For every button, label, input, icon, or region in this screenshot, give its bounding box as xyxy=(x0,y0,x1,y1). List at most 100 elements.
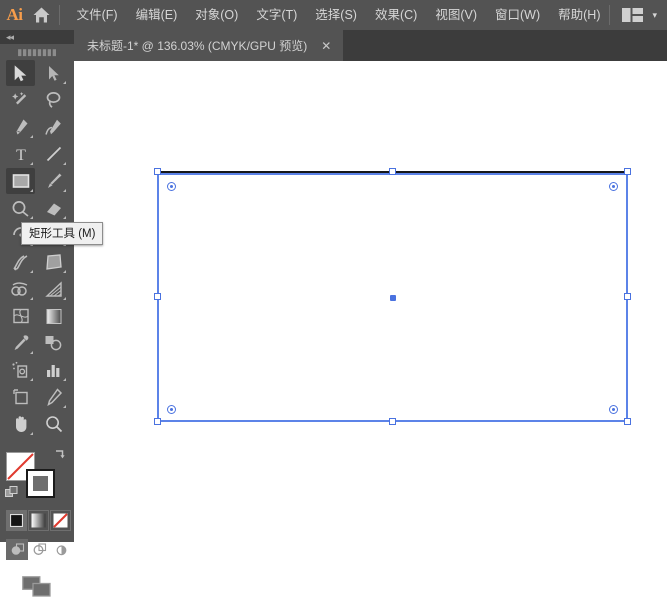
menu-file[interactable]: 文件(F) xyxy=(68,0,127,30)
close-icon[interactable]: ✕ xyxy=(321,40,331,52)
bbox-handle-bottom-left[interactable] xyxy=(154,418,161,425)
bbox-handle-middle-right[interactable] xyxy=(624,293,631,300)
corner-radius-widget-top-left[interactable] xyxy=(167,182,176,191)
none-slash-icon xyxy=(53,513,68,528)
bbox-handle-middle-left[interactable] xyxy=(154,293,161,300)
menu-type[interactable]: 文字(T) xyxy=(247,0,306,30)
artboard-canvas[interactable] xyxy=(74,61,667,542)
selected-rectangle-shape[interactable] xyxy=(154,168,631,425)
column-graph-tool[interactable] xyxy=(39,357,68,383)
home-glyph xyxy=(33,7,50,23)
curvature-tool[interactable] xyxy=(39,114,68,140)
default-fill-stroke-icon[interactable] xyxy=(5,486,18,504)
flyout-triangle xyxy=(30,378,33,381)
menu-select[interactable]: 选择(S) xyxy=(306,0,366,30)
corner-radius-widget-bottom-left[interactable] xyxy=(167,405,176,414)
menu-edit[interactable]: 编辑(E) xyxy=(127,0,187,30)
menu-help[interactable]: 帮助(H) xyxy=(549,0,609,30)
draw-inside-icon xyxy=(56,545,66,556)
dock-collapse-bar[interactable]: ◂◂ xyxy=(0,30,74,44)
type-tool[interactable]: T xyxy=(6,141,35,167)
slice-tool[interactable] xyxy=(39,384,68,410)
stroke-swatch[interactable] xyxy=(26,469,55,498)
gradient-icon xyxy=(46,308,61,324)
default-glyph xyxy=(5,486,18,497)
arrow-solid-icon xyxy=(14,64,27,81)
document-tab[interactable]: 未标题-1* @ 136.03% (CMYK/GPU 预览) ✕ xyxy=(74,30,344,61)
fill-stroke-group xyxy=(0,446,74,508)
perspective-grid-tool[interactable] xyxy=(39,276,68,302)
gradient-tool[interactable] xyxy=(39,303,68,329)
bbox-handle-top-left[interactable] xyxy=(154,168,161,175)
menu-object[interactable]: 对象(O) xyxy=(186,0,247,30)
collapse-panel-icon[interactable]: ◂◂ xyxy=(6,32,14,42)
direct-selection-tool[interactable] xyxy=(39,60,68,86)
free-transform-tool[interactable] xyxy=(39,249,68,275)
blend-icon xyxy=(45,336,62,351)
draw-behind-icon xyxy=(33,543,46,555)
lasso-icon xyxy=(46,92,60,108)
bbox-handle-top-center[interactable] xyxy=(389,168,396,175)
eyedropper-icon xyxy=(14,335,28,350)
none-mode-button[interactable] xyxy=(50,510,71,531)
color-mode-button[interactable] xyxy=(6,510,27,531)
flyout-triangle xyxy=(63,81,66,84)
symbol-sprayer-tool[interactable] xyxy=(6,357,35,383)
paintbrush-icon xyxy=(47,173,61,188)
width-icon xyxy=(12,255,27,271)
selection-tool[interactable] xyxy=(6,60,35,86)
rectangle-tool[interactable] xyxy=(6,168,35,194)
tools-panel-drag-grip[interactable]: ▮▮▮▮▮▮▮▮ xyxy=(0,44,74,60)
artboard-tool[interactable] xyxy=(6,384,35,410)
draw-normal-button[interactable] xyxy=(6,539,28,560)
shaper-tool[interactable] xyxy=(6,195,35,221)
swap-fill-stroke-icon[interactable] xyxy=(53,449,66,467)
tools-panel: ▮▮▮▮▮▮▮▮ T xyxy=(0,44,74,597)
corner-radius-widget-top-right[interactable] xyxy=(609,182,618,191)
eyedropper-tool[interactable] xyxy=(6,330,35,356)
paintbrush-tool[interactable] xyxy=(39,168,68,194)
app-logo-icon: Ai xyxy=(6,5,23,24)
svg-text:T: T xyxy=(16,147,26,163)
left-dock: ◂◂ ▮▮▮▮▮▮▮▮ T 矩形工具 (M) xyxy=(0,30,104,597)
paint-mode-buttons xyxy=(0,510,74,536)
mesh-tool[interactable] xyxy=(6,303,35,329)
zoom-tool[interactable] xyxy=(39,411,68,437)
pen-tool[interactable] xyxy=(6,114,35,140)
eraser-tool[interactable] xyxy=(39,195,68,221)
menu-window[interactable]: 窗口(W) xyxy=(486,0,549,30)
magic-wand-tool[interactable] xyxy=(6,87,35,113)
bbox-handle-top-right[interactable] xyxy=(624,168,631,175)
corner-radius-widget-bottom-right[interactable] xyxy=(609,405,618,414)
shape-builder-icon xyxy=(11,282,28,296)
line-segment-tool[interactable] xyxy=(39,141,68,167)
lasso-tool[interactable] xyxy=(39,87,68,113)
rectangle-icon xyxy=(12,174,29,188)
blend-tool[interactable] xyxy=(39,330,68,356)
menu-items: 文件(F) 编辑(E) 对象(O) 文字(T) 选择(S) 效果(C) 视图(V… xyxy=(68,0,610,30)
flyout-triangle xyxy=(30,135,33,138)
bbox-handle-bottom-center[interactable] xyxy=(389,418,396,425)
change-screen-mode-button[interactable] xyxy=(0,571,74,603)
draw-inside-button[interactable] xyxy=(50,539,72,560)
flyout-triangle xyxy=(63,378,66,381)
flyout-triangle xyxy=(63,270,66,273)
menubar-right-divider xyxy=(609,5,611,25)
bbox-handle-bottom-right[interactable] xyxy=(624,418,631,425)
shape-builder-tool[interactable] xyxy=(6,276,35,302)
illustrator-window: Ai 文件(F) 编辑(E) 对象(O) 文字(T) 选择(S) 效果(C) 视… xyxy=(0,0,667,597)
draw-behind-button[interactable] xyxy=(28,539,50,560)
width-tool[interactable] xyxy=(6,249,35,275)
hand-tool[interactable] xyxy=(6,411,35,437)
gradient-mode-button[interactable] xyxy=(28,510,49,531)
arrow-hollow-icon xyxy=(49,65,59,81)
artboard-icon xyxy=(12,389,28,405)
menu-view[interactable]: 视图(V) xyxy=(426,0,486,30)
flyout-triangle xyxy=(30,270,33,273)
home-icon[interactable] xyxy=(29,0,55,30)
chevron-down-icon[interactable]: ▾ xyxy=(652,10,657,21)
flyout-triangle xyxy=(30,216,33,219)
flyout-triangle xyxy=(30,162,33,165)
menu-effect[interactable]: 效果(C) xyxy=(366,0,426,30)
workspace-switcher-icon[interactable] xyxy=(622,8,644,22)
